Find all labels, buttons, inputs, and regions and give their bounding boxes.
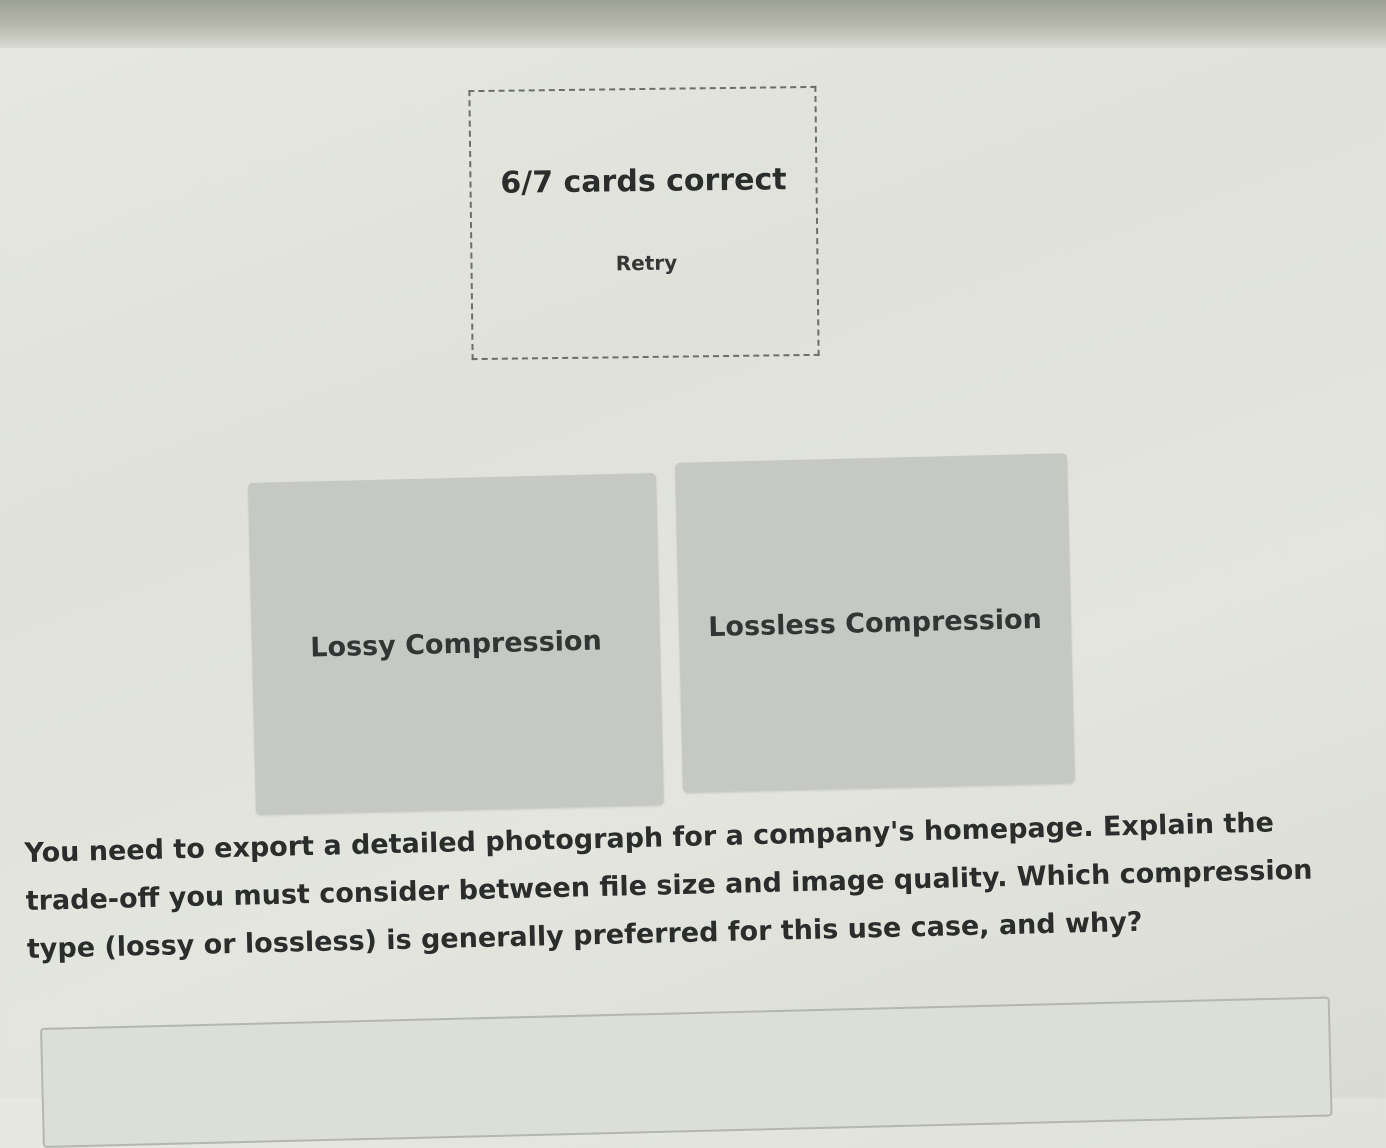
retry-button[interactable]: Retry <box>601 247 691 278</box>
card-label: Lossless Compression <box>707 603 1043 643</box>
top-bar <box>0 0 1386 48</box>
score-text: 6/7 cards correct <box>500 162 787 201</box>
question-text: You need to export a detailed photograph… <box>24 807 1313 965</box>
result-panel: 6/7 cards correct Retry <box>468 85 820 361</box>
card-lossy-compression[interactable]: Lossy Compression <box>248 473 664 815</box>
card-label: Lossy Compression <box>309 624 603 664</box>
answer-field[interactable] <box>40 996 1333 1148</box>
card-lossless-compression[interactable]: Lossless Compression <box>675 453 1075 793</box>
